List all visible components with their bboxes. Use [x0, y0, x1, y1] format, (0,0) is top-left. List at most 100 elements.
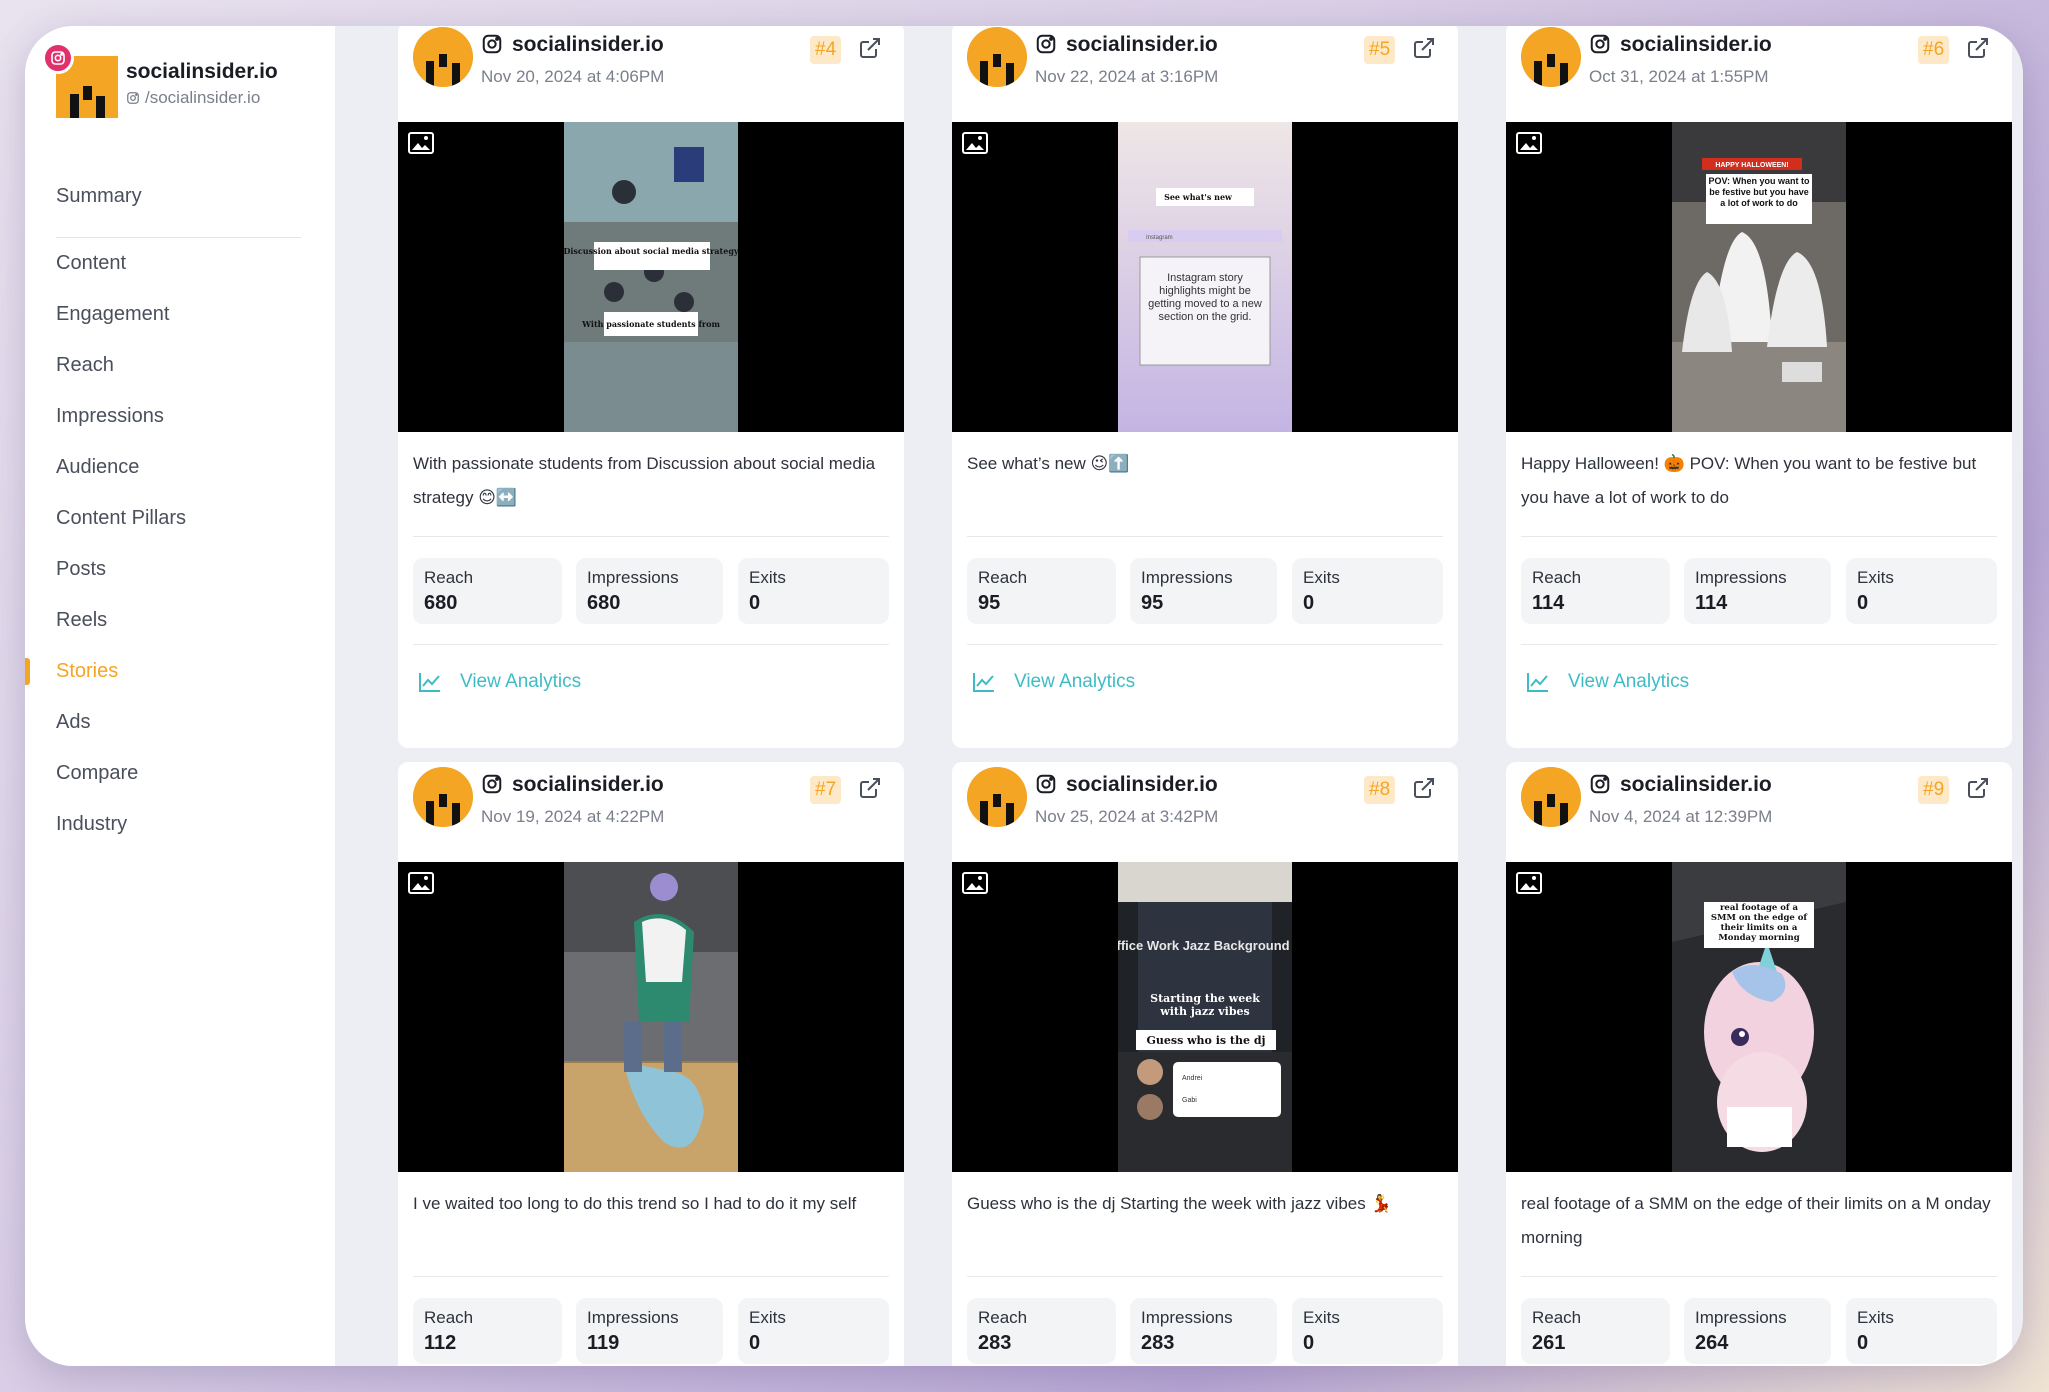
stat-label: Exits: [749, 1308, 786, 1327]
account-name[interactable]: socialinsider.io: [1066, 773, 1218, 797]
thumb-text: Discussion about social media strategy: [564, 246, 738, 256]
divider: [967, 1276, 1443, 1277]
story-date: Nov 22, 2024 at 3:16PM: [1035, 67, 1219, 86]
external-link-icon[interactable]: [1966, 36, 1990, 60]
stat-label: Exits: [749, 568, 786, 587]
sidebar: socialinsider.io /socialinsider.io Summa…: [25, 26, 335, 1366]
view-analytics-link[interactable]: View Analytics: [418, 667, 581, 697]
instagram-icon: [482, 774, 502, 794]
story-media[interactable]: real footage of a SMM on the edge of the…: [1506, 862, 2012, 1172]
sidebar-item-engagement[interactable]: Engagement: [25, 289, 335, 340]
story-date: Nov 19, 2024 at 4:22PM: [481, 807, 665, 826]
reach-stat: Reach 95: [967, 558, 1116, 624]
instagram-icon: [1590, 34, 1610, 54]
view-analytics-label: View Analytics: [460, 671, 582, 692]
sidebar-item-content-pillars[interactable]: Content Pillars: [25, 493, 335, 544]
account-name[interactable]: socialinsider.io: [1620, 773, 1772, 797]
view-analytics-link[interactable]: View Analytics: [1526, 667, 1689, 697]
thumb-text: Office Work Jazz Background: [1118, 938, 1290, 953]
reach-stat: Reach 114: [1521, 558, 1670, 624]
reach-stat: Reach 261: [1521, 1298, 1670, 1364]
sidebar-item-audience[interactable]: Audience: [25, 442, 335, 493]
profile-header[interactable]: socialinsider.io /socialinsider.io: [42, 42, 326, 123]
stat-label: Impressions: [1141, 568, 1233, 587]
stat-value: 0: [749, 1332, 761, 1354]
sidebar-item-reels[interactable]: Reels: [25, 595, 335, 646]
stat-value: 119: [587, 1332, 620, 1354]
stat-value: 283: [978, 1332, 1012, 1354]
stat-value: 680: [424, 592, 458, 614]
account-avatar: [967, 27, 1027, 87]
story-media[interactable]: Discussion about social media strategy W…: [398, 122, 904, 432]
account-avatar: [1521, 27, 1581, 87]
stat-label: Reach: [424, 1308, 474, 1327]
divider: [967, 644, 1443, 645]
story-caption: Guess who is the dj Starting the week wi…: [967, 1194, 1392, 1213]
sidebar-item-content[interactable]: Content: [25, 238, 335, 289]
stat-label: Exits: [1857, 568, 1894, 587]
account-name[interactable]: socialinsider.io: [1620, 33, 1772, 57]
rank-badge: #4: [810, 36, 842, 64]
story-caption: See what’s new 😉⬆️: [967, 454, 1130, 473]
stat-label: Impressions: [587, 568, 679, 587]
account-avatar: [1521, 767, 1581, 827]
story-media[interactable]: HAPPY HALLOWEEN! POV: When you want to b…: [1506, 122, 2012, 432]
rank-badge: #8: [1364, 776, 1396, 804]
story-media[interactable]: [398, 862, 904, 1172]
thumb-text: Instagram: [1146, 235, 1173, 241]
impressions-stat: Impressions 264: [1684, 1298, 1831, 1364]
thumb-text: Gabi: [1182, 1097, 1197, 1104]
reach-stat: Reach 680: [413, 558, 562, 624]
image-icon: [1516, 872, 1542, 894]
sidebar-item-reach[interactable]: Reach: [25, 340, 335, 391]
sidebar-item-compare[interactable]: Compare: [25, 748, 335, 799]
story-media[interactable]: See what's new Instagram Instagram story…: [952, 122, 1458, 432]
story-thumbnail: See what's new Instagram Instagram story…: [1118, 122, 1292, 432]
view-analytics-link[interactable]: View Analytics: [972, 667, 1135, 697]
view-analytics-label: View Analytics: [1568, 671, 1690, 692]
stat-value: 0: [1303, 1332, 1315, 1354]
sidebar-item-industry[interactable]: Industry: [25, 799, 335, 850]
stat-value: 261: [1532, 1332, 1566, 1354]
sidebar-item-impressions[interactable]: Impressions: [25, 391, 335, 442]
account-name[interactable]: socialinsider.io: [512, 33, 664, 57]
stat-value: 0: [749, 592, 761, 614]
external-link-icon[interactable]: [858, 776, 882, 800]
sidebar-item-posts[interactable]: Posts: [25, 544, 335, 595]
stat-value: 264: [1695, 1332, 1729, 1354]
account-name[interactable]: socialinsider.io: [1066, 33, 1218, 57]
story-caption: With passionate students from Discussion…: [413, 454, 876, 507]
sidebar-item-stories[interactable]: Stories: [25, 646, 335, 697]
rank-badge: #9: [1918, 776, 1950, 804]
external-link-icon[interactable]: [1412, 36, 1436, 60]
instagram-icon: [1036, 774, 1056, 794]
stat-label: Reach: [424, 568, 474, 587]
story-card: socialinsider.io Nov 19, 2024 at 4:22PM …: [398, 762, 904, 1366]
account-name[interactable]: socialinsider.io: [512, 773, 664, 797]
sidebar-item-summary[interactable]: Summary: [25, 171, 335, 222]
stat-label: Reach: [978, 568, 1028, 587]
external-link-icon[interactable]: [858, 36, 882, 60]
divider: [1521, 536, 1997, 537]
external-link-icon[interactable]: [1966, 776, 1990, 800]
story-card: socialinsider.io Nov 22, 2024 at 3:16PM …: [952, 26, 1458, 748]
exits-stat: Exits 0: [1846, 558, 1997, 624]
exits-stat: Exits 0: [1292, 558, 1443, 624]
story-thumbnail: real footage of a SMM on the edge of the…: [1672, 862, 1846, 1172]
exits-stat: Exits 0: [738, 1298, 889, 1364]
reach-stat: Reach 112: [413, 1298, 562, 1364]
stat-value: 680: [587, 592, 621, 614]
story-media[interactable]: Office Work Jazz Background Starting the…: [952, 862, 1458, 1172]
sidebar-nav: Summary Content Engagement Reach Impress…: [25, 171, 335, 850]
line-chart-icon: [973, 673, 994, 692]
thumb-text: HAPPY HALLOWEEN!: [1715, 162, 1788, 169]
divider: [1521, 1276, 1997, 1277]
account-avatar: [967, 767, 1027, 827]
profile-name: socialinsider.io: [126, 60, 278, 83]
thumb-text: Andrei: [1182, 1075, 1203, 1082]
stat-value: 95: [1141, 592, 1164, 614]
thumb-text: With passionate students from: [581, 319, 720, 329]
external-link-icon[interactable]: [1412, 776, 1436, 800]
sidebar-item-ads[interactable]: Ads: [25, 697, 335, 748]
thumb-text: POV: When you want to be festive but you…: [1708, 176, 1810, 208]
